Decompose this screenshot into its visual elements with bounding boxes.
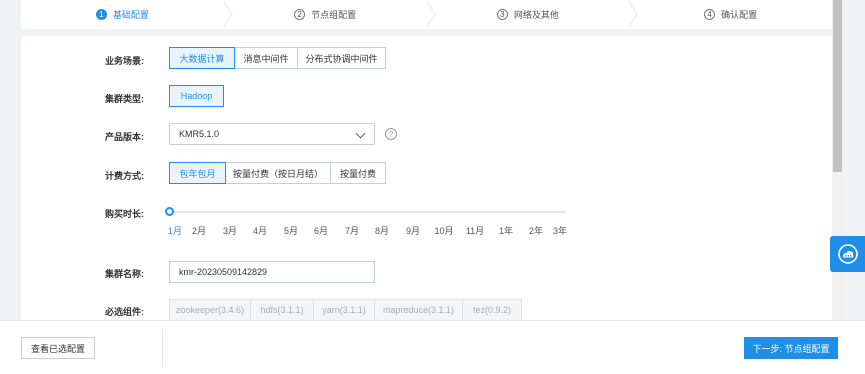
step-basic-config[interactable]: 1 基础配置: [21, 0, 233, 29]
step-arrow: [627, 0, 639, 28]
scenario-options: 大数据计算 消息中间件 分布式协调中间件: [169, 47, 386, 69]
component-yarn: yarn(3.1.1): [313, 299, 375, 320]
customer-service-button[interactable]: [830, 236, 865, 272]
component-zookeeper: zookeeper(3.4.6): [169, 299, 251, 320]
step-number: 1: [95, 9, 107, 20]
duration-tick[interactable]: 10月: [434, 224, 453, 237]
duration-slider-track[interactable]: [170, 211, 566, 213]
component-options: zookeeper(3.4.6) hdfs(3.1.1) yarn(3.1.1)…: [169, 299, 522, 320]
scenario-option-bigdata[interactable]: 大数据计算: [169, 47, 235, 69]
duration-tick[interactable]: 8月: [375, 224, 389, 237]
duration-tick[interactable]: 4月: [253, 224, 267, 237]
duration-tick[interactable]: 9月: [406, 224, 420, 237]
scenario-option-mq[interactable]: 消息中间件: [234, 47, 298, 69]
duration-tick[interactable]: 6月: [314, 224, 328, 237]
duration-tick[interactable]: 3月: [223, 224, 237, 237]
duration-tick[interactable]: 1年: [499, 224, 513, 237]
step-label: 基础配置: [112, 10, 149, 20]
version-select-value: KMR5.1.0: [179, 129, 220, 139]
step-number: 2: [294, 9, 306, 20]
footer-divider: [162, 329, 163, 367]
step-label: 节点组配置: [311, 10, 357, 20]
version-label: 产品版本:: [105, 132, 144, 142]
scrollbar-thumb[interactable]: [833, 0, 842, 172]
step-network-other[interactable]: 3 网络及其他: [427, 0, 639, 29]
step-confirm-config[interactable]: 4 确认配置: [629, 0, 832, 29]
version-select[interactable]: KMR5.1.0: [169, 123, 375, 145]
duration-tick[interactable]: 3年: [553, 224, 567, 237]
cluster-type-option-hadoop[interactable]: Hadoop: [169, 85, 224, 107]
billing-option-payg[interactable]: 按量付费: [330, 162, 386, 184]
component-tez: tez(0.9.2): [462, 299, 522, 320]
cluster-name-input[interactable]: kmr-20230509142829: [169, 261, 375, 283]
step-bar: 1 基础配置 2 节点组配置 3 网络及其他 4 确认配置: [21, 0, 832, 29]
components-label: 必选组件:: [105, 307, 144, 317]
view-selected-config-button[interactable]: 查看已选配置: [21, 337, 95, 359]
help-icon[interactable]: ?: [385, 128, 397, 140]
duration-tick[interactable]: 7月: [345, 224, 359, 237]
duration-tick[interactable]: 2月: [192, 224, 206, 237]
billing-options: 包年包月 按量付费（按日月结） 按量付费: [169, 162, 386, 184]
basic-config-form: 业务场景: 大数据计算 消息中间件 分布式协调中间件 集群类型: Hadoop …: [21, 36, 832, 320]
step-label: 确认配置: [721, 10, 758, 20]
scenario-option-coordination[interactable]: 分布式协调中间件: [297, 47, 386, 69]
step-number: 4: [704, 9, 716, 20]
cloud-chat-icon: [837, 244, 858, 264]
scenario-label: 业务场景:: [105, 56, 144, 66]
duration-tick[interactable]: 2年: [529, 224, 543, 237]
step-arrow: [424, 0, 436, 28]
chevron-down-icon: [355, 128, 366, 139]
cluster-type-label: 集群类型:: [105, 94, 144, 104]
step-node-group-config[interactable]: 2 节点组配置: [224, 0, 436, 29]
duration-label: 购买时长:: [105, 209, 144, 219]
next-step-button[interactable]: 下一步: 节点组配置: [744, 337, 838, 359]
component-mapreduce: mapreduce(3.1.1): [374, 299, 463, 320]
duration-tick[interactable]: 5月: [284, 224, 298, 237]
billing-label: 计费方式:: [105, 171, 144, 181]
page-scrollbar[interactable]: [832, 0, 843, 320]
step-label: 网络及其他: [513, 10, 559, 20]
duration-tick[interactable]: 11月: [466, 224, 484, 237]
cluster-name-label: 集群名称:: [105, 269, 144, 279]
duration-slider-handle[interactable]: [165, 207, 174, 216]
billing-option-daily-settle[interactable]: 按量付费（按日月结）: [225, 162, 331, 184]
footer-bar: 查看已选配置 下一步: 节点组配置: [0, 320, 865, 374]
duration-tick[interactable]: 1月: [168, 224, 182, 237]
step-arrow: [221, 0, 233, 28]
cluster-type-options: Hadoop: [169, 85, 224, 107]
billing-option-monthly[interactable]: 包年包月: [169, 162, 226, 184]
component-hdfs: hdfs(3.1.1): [250, 299, 314, 320]
step-number: 3: [496, 9, 508, 20]
